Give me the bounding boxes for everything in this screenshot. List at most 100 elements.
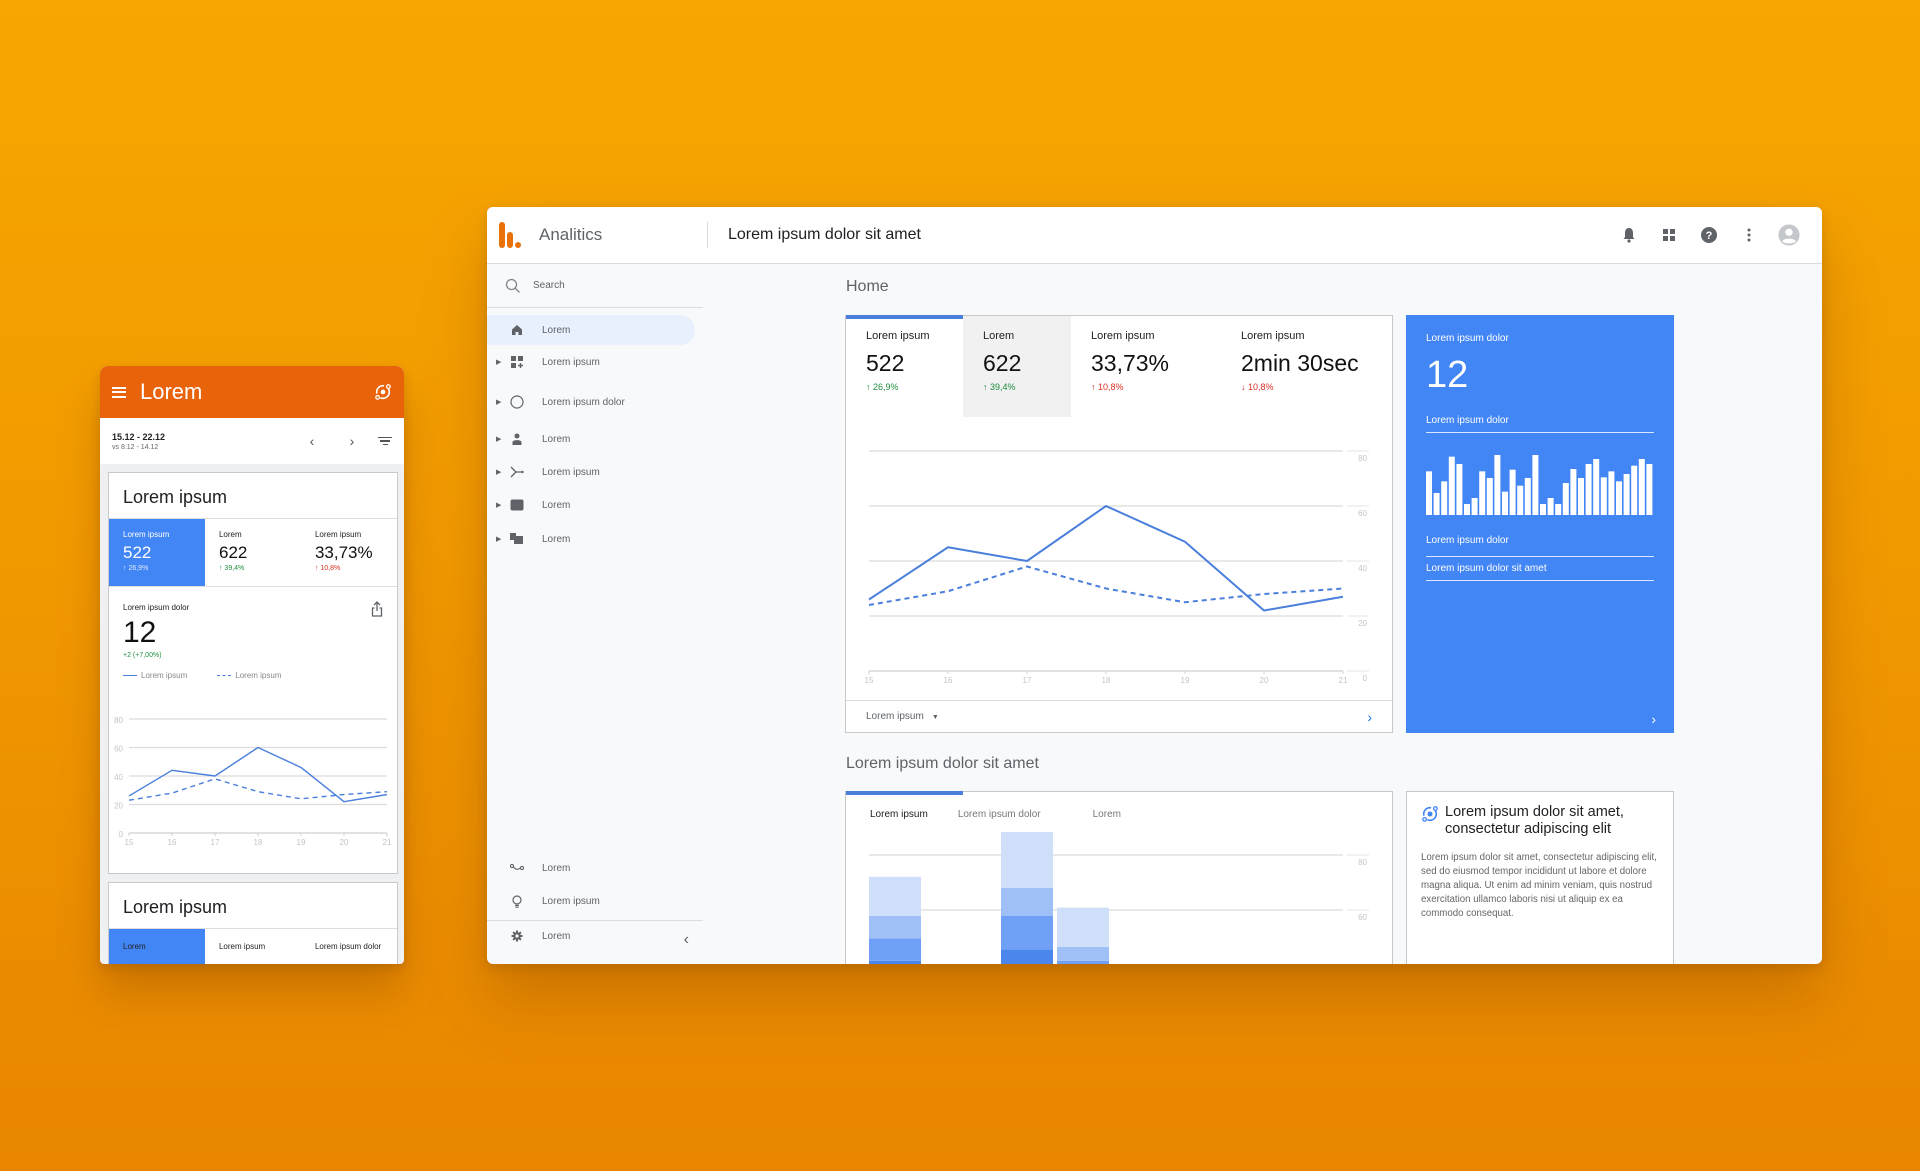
sidebar-item-label: Lorem: [542, 433, 571, 445]
top-app-bar: Analitics Lorem ipsum dolor sit amet ?: [487, 207, 1822, 264]
stacked-bar-card: Lorem ipsum Lorem ipsum dolor Lorem 80 60: [845, 791, 1393, 964]
secondary-tab[interactable]: Lorem: [109, 929, 205, 964]
metric-tab[interactable]: Lorem 622 ↑ 39,4%: [205, 519, 301, 586]
y-tick-label: 80: [1358, 454, 1367, 463]
sidebar-item-conversions[interactable]: ▶ Lorem: [487, 524, 695, 554]
help-icon[interactable]: ?: [1698, 224, 1720, 246]
kpi-label: Lorem ipsum: [1091, 330, 1155, 342]
bar-card-tab[interactable]: Lorem ipsum: [870, 809, 928, 820]
realtime-bar: [1608, 471, 1615, 515]
account-avatar-icon[interactable]: [1778, 224, 1800, 246]
x-tick-label: 15: [865, 676, 874, 685]
stacked-bar-segment: [1001, 916, 1053, 950]
metric-dropdown[interactable]: Lorem ipsum ▼: [866, 711, 939, 722]
active-tab-indicator: [846, 791, 963, 795]
share-icon[interactable]: [371, 601, 383, 617]
sidebar-item-reports[interactable]: ▶ Lorem ipsum: [487, 347, 695, 377]
y-tick-label: 40: [114, 773, 123, 782]
secondary-tab[interactable]: Lorem ipsum dolor: [301, 929, 397, 964]
expand-caret-icon[interactable]: ▶: [496, 435, 506, 443]
realtime-bar: [1570, 469, 1577, 515]
sidebar-item-acquisition[interactable]: ▶ Lorem ipsum: [487, 457, 695, 487]
svg-text:?: ?: [1706, 230, 1713, 242]
hamburger-menu-icon[interactable]: [112, 386, 126, 398]
active-tab-indicator: [846, 315, 963, 319]
merge-icon: [509, 464, 525, 480]
metrics-overview-card: Lorem ipsum 522 ↑ 26,9% Lorem 622 ↑ 39,4…: [845, 315, 1393, 733]
stacked-bar-segment: [869, 876, 921, 916]
x-tick-label: 17: [211, 838, 220, 847]
mobile-app-title: Lorem: [140, 379, 203, 404]
filter-icon[interactable]: [378, 436, 392, 446]
stacked-bar-segment: [869, 916, 921, 939]
y-tick-label: 0: [1363, 674, 1368, 683]
date-range-compare: vs 8.12 - 14.12: [112, 443, 159, 451]
series-line-dashed: [128, 778, 388, 801]
y-tick-label: 80: [1358, 858, 1367, 867]
stacked-bar-chart: 80 60: [869, 832, 1369, 964]
metric-tab[interactable]: Lorem ipsum 522 ↑ 26,9%: [109, 519, 205, 586]
prev-period-button[interactable]: ‹: [292, 433, 332, 449]
metric-tab[interactable]: Lorem ipsum 33,73% ↑ 10,8%: [301, 519, 397, 586]
realtime-value: 12: [1426, 354, 1469, 396]
analytics-logo-icon[interactable]: [499, 222, 521, 248]
expand-caret-icon[interactable]: ▶: [496, 398, 506, 406]
attribution-icon: [509, 860, 525, 876]
view-report-arrow-button[interactable]: ›: [1367, 709, 1372, 725]
circle-icon: [509, 394, 525, 410]
more-vert-icon[interactable]: [1738, 224, 1760, 246]
kpi-change: ↑ 26,9%: [866, 382, 899, 392]
realtime-arrow-button[interactable]: ›: [1651, 711, 1656, 727]
bell-icon[interactable]: [1618, 224, 1640, 246]
kpi-label: Lorem ipsum: [1241, 330, 1305, 342]
date-range[interactable]: 15.12 - 22.12 vs 8.12 - 14.12: [112, 432, 292, 451]
realtime-bar: [1517, 485, 1524, 515]
realtime-bar: [1486, 478, 1493, 515]
secondary-tab[interactable]: Lorem ipsum: [205, 929, 301, 964]
next-period-button[interactable]: ›: [332, 433, 372, 449]
analytics-dashboard-window: Analitics Lorem ipsum dolor sit amet ? S…: [487, 207, 1822, 964]
sidebar-item-label: Lorem ipsum: [542, 895, 600, 907]
bar-card-tab[interactable]: Lorem ipsum dolor: [958, 809, 1041, 820]
expand-caret-icon[interactable]: ▶: [496, 535, 506, 543]
metric-value: 622: [218, 543, 248, 562]
sidebar-item-label: Lorem: [542, 499, 571, 511]
apps-grid-icon[interactable]: [1658, 224, 1680, 246]
kpi-tab[interactable]: Lorem ipsum 522 ↑ 26,9%: [846, 316, 963, 417]
bar-card-tab[interactable]: Lorem: [1093, 809, 1121, 820]
sidebar-item-attribution[interactable]: Lorem: [487, 853, 695, 883]
stacked-bar-segment: [1057, 946, 1109, 961]
metric-value: 522: [123, 543, 152, 562]
stacked-bar-segment: [1057, 960, 1109, 964]
y-tick-label: 0: [119, 830, 124, 839]
kpi-change: ↓ 10,8%: [1241, 382, 1274, 392]
insights-icon[interactable]: [374, 383, 392, 401]
sidebar-item-discover[interactable]: Lorem ipsum: [487, 886, 695, 916]
x-tick-label: 16: [944, 676, 953, 685]
sidebar-item-audience[interactable]: ▶ Lorem: [487, 424, 695, 454]
solid-line-swatch: [123, 675, 137, 676]
stacked-bar-segment: [869, 938, 921, 961]
y-tick-label: 20: [1358, 619, 1367, 628]
kpi-tab[interactable]: Lorem ipsum 33,73% ↑ 10,8%: [1071, 316, 1221, 417]
chart-legend: Lorem ipsum Lorem ipsum: [123, 671, 383, 680]
sidebar-item-explore[interactable]: ▶ Lorem ipsum dolor: [487, 387, 695, 417]
y-tick-label: 60: [1358, 509, 1367, 518]
page-title: Lorem ipsum dolor sit amet: [728, 226, 921, 243]
collapse-sidebar-button[interactable]: ‹: [684, 931, 689, 949]
realtime-row[interactable]: Lorem ipsum dolor: [1426, 535, 1654, 557]
expand-caret-icon[interactable]: ▶: [496, 358, 506, 366]
sidebar-item-home[interactable]: Lorem: [487, 315, 695, 345]
realtime-bar: [1441, 481, 1448, 515]
expand-caret-icon[interactable]: ▶: [496, 501, 506, 509]
kpi-tab[interactable]: Lorem ipsum 2min 30sec ↓ 10,8%: [1221, 316, 1391, 417]
metric-label: Lorem ipsum: [123, 530, 170, 539]
legend-item-solid: Lorem ipsum: [123, 671, 187, 680]
kpi-tab[interactable]: Lorem 622 ↑ 39,4%: [963, 316, 1071, 417]
realtime-row[interactable]: Lorem ipsum dolor sit amet: [1426, 563, 1654, 581]
mobile-line-chart: 0 20 40 60 80 15 16 17 18 19 20 21: [114, 716, 392, 847]
search-input[interactable]: Search: [487, 264, 703, 308]
sidebar-item-behavior[interactable]: ▶ Lorem: [487, 490, 695, 520]
home-icon: [509, 322, 525, 338]
expand-caret-icon[interactable]: ▶: [496, 468, 506, 476]
